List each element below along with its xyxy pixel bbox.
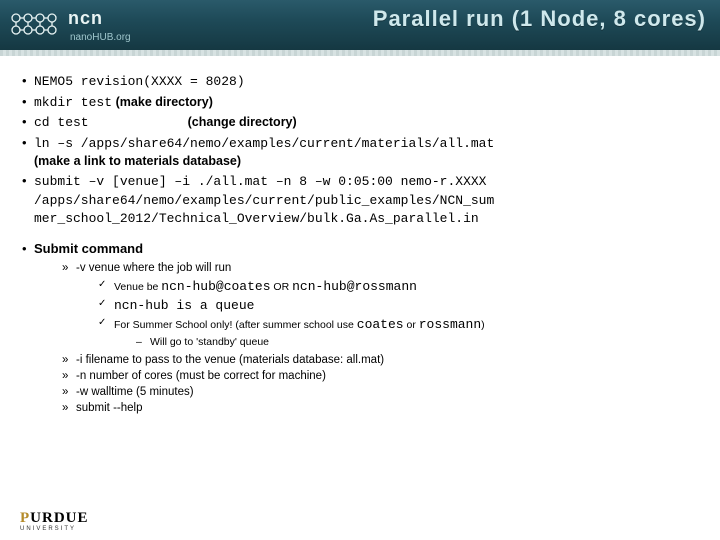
slide: ncn nanoHUB.org Parallel run (1 Node, 8 … (0, 0, 720, 540)
bullet-nemo-revision: NEMO5 revision(XXXX = 8028) (22, 72, 698, 91)
sub-w: -w walltime (5 minutes) (62, 384, 698, 400)
text: -n number of cores (must be correct for … (76, 370, 326, 382)
ncn-logo-icon (8, 12, 62, 38)
bullet-submit-command: Submit command -v venue where the job wi… (22, 240, 698, 417)
sub-i: -i filename to pass to the venue (materi… (62, 352, 698, 368)
bullet-ln: ln –s /apps/share64/nemo/examples/curren… (22, 134, 698, 170)
cmd-text: mkdir test (34, 95, 112, 110)
text: ) (481, 319, 485, 331)
bullet-mkdir: mkdir test (make directory) (22, 93, 698, 112)
dash-list: Will go to 'standby' queue (114, 335, 698, 350)
text: Will go to 'standby' queue (150, 336, 269, 348)
mono-text: ncn-hub@coates (161, 279, 270, 294)
mono-text: rossmann (419, 317, 481, 332)
cmd-text: submit –v [venue] –i ./all.mat –n 8 –w 0… (34, 174, 486, 189)
check-venue: Venue be ncn-hub@coates OR ncn-hub@rossm… (98, 278, 698, 297)
text: Venue be (114, 281, 161, 293)
annotation-text: (change directory) (188, 115, 297, 129)
bullet-submit: submit –v [venue] –i ./all.mat –n 8 –w 0… (22, 172, 698, 228)
main-bullet-list: NEMO5 revision(XXXX = 8028) mkdir test (… (22, 72, 698, 416)
mono-text: coates (357, 317, 404, 332)
text: or (404, 319, 419, 331)
cmd-text: cd test (34, 114, 184, 132)
text: submit --help (76, 402, 142, 414)
annotation-text: (make directory) (116, 95, 213, 109)
slide-title: Parallel run (1 Node, 8 cores) (373, 6, 706, 32)
brand-text: ncn (68, 8, 103, 28)
heading-text: Submit command (34, 241, 143, 256)
annotation-text: (make a link to materials database) (34, 154, 241, 168)
cmd-text: NEMO5 revision(XXXX = 8028) (34, 74, 245, 89)
text: For Summer School only! (after summer sc… (114, 319, 357, 331)
purdue-university-text: UNIVERSITY (20, 526, 89, 532)
mono-text: ncn-hub@rossmann (292, 279, 417, 294)
sub-n: -n number of cores (must be correct for … (62, 368, 698, 384)
check-summer: For Summer School only! (after summer sc… (98, 316, 698, 350)
cmd-text: ln –s /apps/share64/nemo/examples/curren… (34, 136, 494, 151)
dash-standby: Will go to 'standby' queue (136, 335, 698, 350)
cmd-text: /apps/share64/nemo/examples/current/publ… (34, 193, 494, 208)
logo-letter: P (20, 510, 30, 526)
text: -i filename to pass to the venue (materi… (76, 354, 384, 366)
bullet-cd: cd test (change directory) (22, 113, 698, 132)
brand-subtext: nanoHUB.org (70, 32, 131, 43)
brand-block: ncn nanoHUB.org (8, 8, 131, 43)
mono-text: ncn-hub is a queue (114, 298, 254, 313)
check-list: Venue be ncn-hub@coates OR ncn-hub@rossm… (76, 278, 698, 350)
sub-help: submit --help (62, 400, 698, 416)
header-bar: ncn nanoHUB.org Parallel run (1 Node, 8 … (0, 0, 720, 56)
cmd-text: mer_school_2012/Technical_Overview/bulk.… (34, 211, 479, 226)
text: -w walltime (5 minutes) (76, 386, 194, 398)
text: -v venue where the job will run (76, 262, 231, 274)
logo-letters: URDUE (30, 510, 88, 526)
check-queue: ncn-hub is a queue (98, 297, 698, 316)
footer-logo: PURDUE UNIVERSITY (20, 512, 89, 533)
sub-list: -v venue where the job will run Venue be… (34, 260, 698, 416)
slide-body: NEMO5 revision(XXXX = 8028) mkdir test (… (0, 56, 720, 416)
purdue-logo-text: PURDUE (20, 512, 89, 526)
text: OR (271, 281, 293, 293)
sub-v: -v venue where the job will run Venue be… (62, 260, 698, 350)
